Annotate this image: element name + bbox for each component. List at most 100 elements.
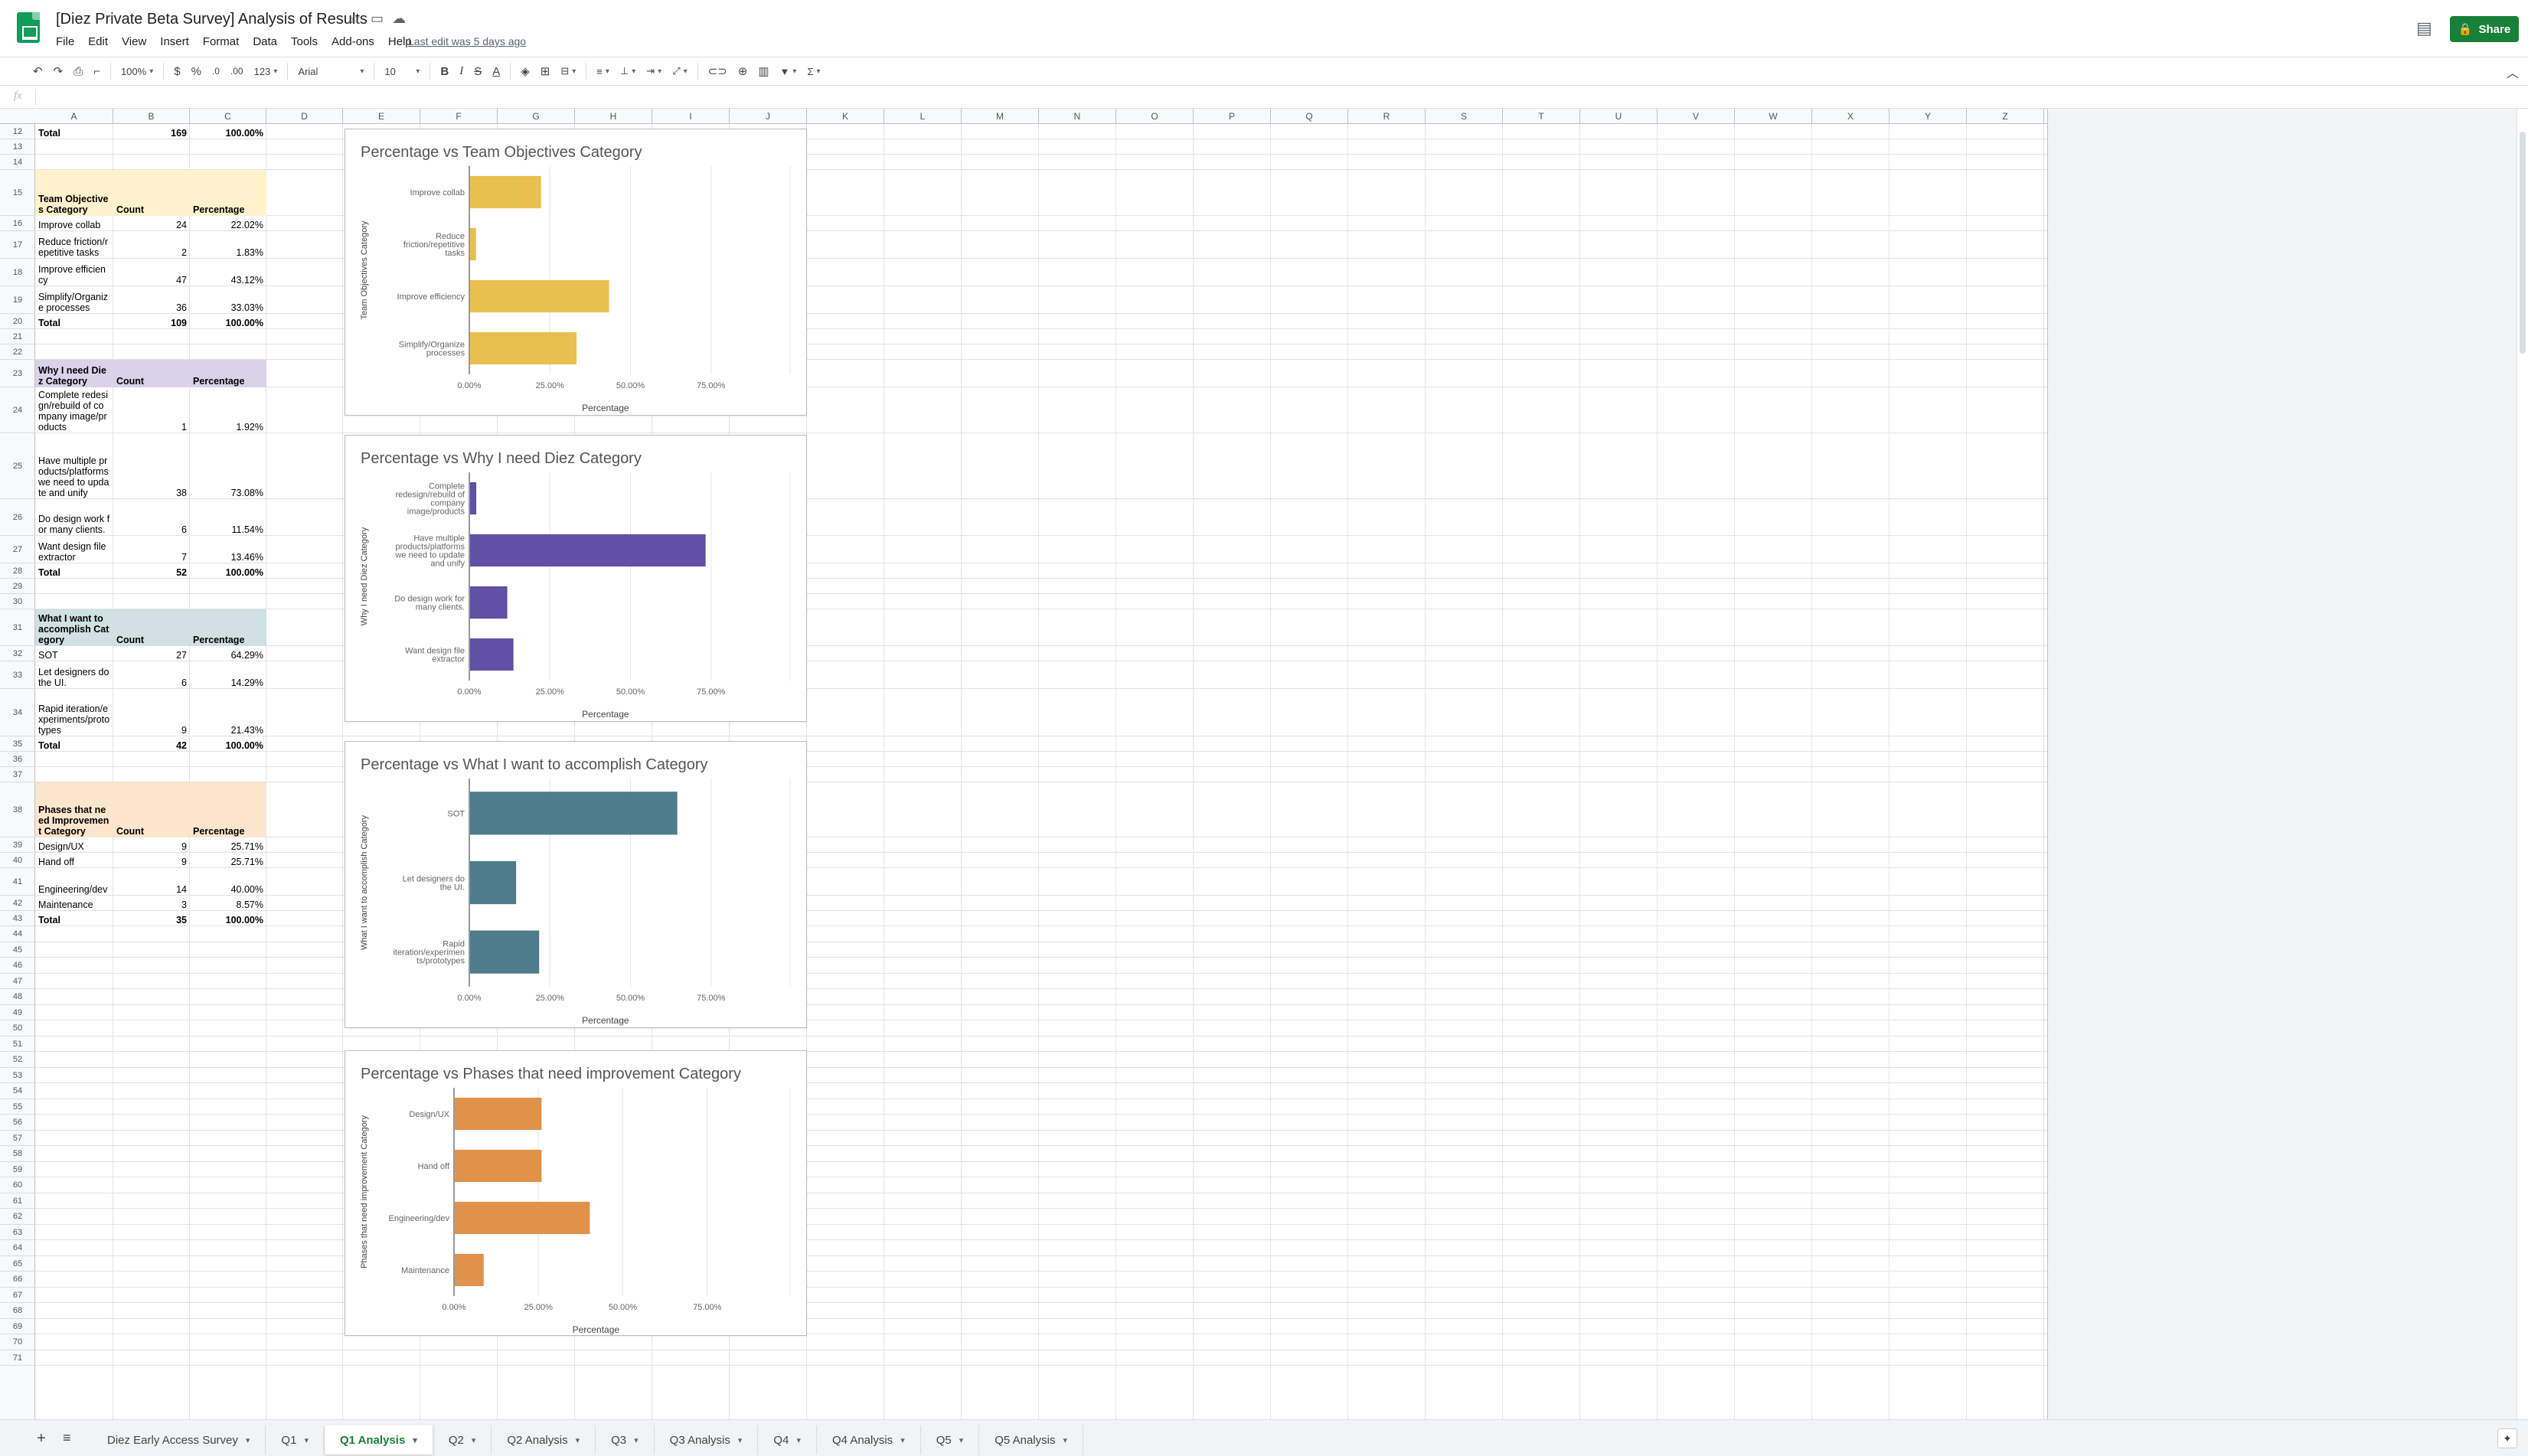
cell-grid[interactable]: Total 169 100.00% Team Objectives Category C… (35, 124, 2047, 1419)
count-cell[interactable]: 27 (113, 646, 190, 661)
row-header-23[interactable]: 23 (0, 360, 35, 387)
row-header-17[interactable]: 17 (0, 231, 35, 259)
table-header-cell[interactable]: Percentage (190, 360, 266, 387)
font-family-select[interactable]: Arial (292, 60, 369, 82)
table-total-cell[interactable]: 100.00% (190, 736, 266, 752)
percentage-cell[interactable]: 21.43% (190, 689, 266, 736)
row-header-66[interactable]: 66 (0, 1272, 35, 1288)
column-header-d[interactable]: D (266, 109, 343, 124)
sheet-tab-diez-early-access-survey[interactable]: Diez Early Access Survey (92, 1425, 266, 1454)
functions-icon[interactable]: Σ (802, 60, 825, 82)
table-total-cell[interactable]: Total (35, 911, 113, 926)
row-header-40[interactable]: 40 (0, 853, 35, 868)
count-cell[interactable]: 9 (113, 689, 190, 736)
chart-team-objectives[interactable]: Percentage vs Team Objectives Category 0.… (345, 129, 807, 416)
sheet-tab-q5-analysis[interactable]: Q5 Analysis (979, 1425, 1084, 1454)
category-cell[interactable]: Rapid iteration/experiments/prototypes (35, 689, 113, 736)
row-header-36[interactable]: 36 (0, 752, 35, 767)
menu-data[interactable]: Data (246, 34, 284, 50)
text-color-button[interactable]: A (487, 60, 505, 82)
percentage-cell[interactable]: 43.12% (190, 259, 266, 286)
zoom-select[interactable]: 100% (116, 60, 158, 82)
row-header-22[interactable]: 22 (0, 344, 35, 360)
row-header-37[interactable]: 37 (0, 767, 35, 782)
sheet-tab-q1-analysis[interactable]: Q1 Analysis (324, 1425, 433, 1454)
table-header-cell[interactable]: Percentage (190, 782, 266, 837)
explore-icon[interactable]: ✦ (2497, 1428, 2517, 1448)
column-header-c[interactable]: C (190, 109, 266, 124)
table-header-cell[interactable]: Count (113, 170, 190, 216)
row-header-53[interactable]: 53 (0, 1068, 35, 1083)
column-header-t[interactable]: T (1503, 109, 1580, 124)
table-header-cell[interactable]: Why I need Diez Category (35, 360, 113, 387)
category-cell[interactable]: Engineering/dev (35, 868, 113, 896)
percentage-cell[interactable]: 25.71% (190, 853, 266, 868)
strikethrough-button[interactable]: S (469, 60, 487, 82)
column-header-s[interactable]: S (1426, 109, 1503, 124)
chart-what-accomplish[interactable]: Percentage vs What I want to accomplish … (345, 741, 807, 1028)
table-header-cell[interactable]: Team Objectives Category (35, 170, 113, 216)
count-cell[interactable]: 7 (113, 536, 190, 563)
sheet-tab-q3[interactable]: Q3 (596, 1425, 655, 1454)
column-header-h[interactable]: H (575, 109, 652, 124)
comments-icon[interactable]: ▤ (2416, 18, 2432, 38)
merge-cells-icon[interactable]: ⊟ (555, 60, 581, 82)
chart-phases-improvement[interactable]: Percentage vs Phases that need improveme… (345, 1050, 807, 1336)
count-cell[interactable]: 6 (113, 499, 190, 536)
column-header-a[interactable]: A (35, 109, 113, 124)
increase-decimal-button[interactable]: .00 (225, 60, 249, 82)
row-header-24[interactable]: 24 (0, 387, 35, 433)
column-header-q[interactable]: Q (1271, 109, 1348, 124)
column-header-x[interactable]: X (1812, 109, 1889, 124)
column-header-k[interactable]: K (807, 109, 884, 124)
row-header-38[interactable]: 38 (0, 782, 35, 837)
category-cell[interactable]: Let designers do the UI. (35, 661, 113, 689)
column-header-u[interactable]: U (1580, 109, 1658, 124)
vertical-align-icon[interactable]: ⊥ (615, 60, 641, 82)
row-header-69[interactable]: 69 (0, 1319, 35, 1334)
count-cell[interactable]: 47 (113, 259, 190, 286)
table-header-cell[interactable]: Percentage (190, 170, 266, 216)
column-header-e[interactable]: E (343, 109, 420, 124)
table-total-cell[interactable]: 52 (113, 563, 190, 579)
last-edit-link[interactable]: Last edit was 5 days ago (408, 35, 526, 47)
table-total-cell[interactable]: 100.00% (190, 314, 266, 329)
insert-comment-icon[interactable]: ⊕ (733, 60, 753, 82)
category-cell[interactable]: Improve efficiency (35, 259, 113, 286)
count-cell[interactable]: 6 (113, 661, 190, 689)
column-header-r[interactable]: R (1348, 109, 1426, 124)
text-wrap-icon[interactable]: ⇥ (641, 60, 667, 82)
cloud-status-icon[interactable]: ☁ (392, 11, 406, 27)
percentage-cell[interactable]: 1.92% (190, 387, 266, 433)
percentage-cell[interactable]: 1.83% (190, 231, 266, 259)
row-header-48[interactable]: 48 (0, 989, 35, 1005)
table-total-cell[interactable]: 109 (113, 314, 190, 329)
share-button[interactable]: 🔒 Share (2450, 16, 2519, 42)
row-header-28[interactable]: 28 (0, 563, 35, 579)
row-header-57[interactable]: 57 (0, 1131, 35, 1146)
row-header-41[interactable]: 41 (0, 868, 35, 896)
row-header-30[interactable]: 30 (0, 594, 35, 609)
row-header-32[interactable]: 32 (0, 646, 35, 661)
link-icon[interactable]: ⊂⊃ (703, 60, 733, 82)
cell-total-percentage[interactable]: 100.00% (190, 124, 266, 139)
row-header-60[interactable]: 60 (0, 1177, 35, 1193)
row-header-47[interactable]: 47 (0, 974, 35, 989)
column-header-b[interactable]: B (113, 109, 190, 124)
sheet-tab-q2-analysis[interactable]: Q2 Analysis (492, 1425, 596, 1454)
table-total-cell[interactable]: Total (35, 314, 113, 329)
table-header-cell[interactable]: Percentage (190, 609, 266, 646)
row-header-29[interactable]: 29 (0, 579, 35, 594)
sheet-tab-q1[interactable]: Q1 (266, 1425, 325, 1454)
table-total-cell[interactable]: Total (35, 563, 113, 579)
document-title[interactable]: [Diez Private Beta Survey] Analysis of R… (56, 11, 367, 28)
category-cell[interactable]: Maintenance (35, 896, 113, 911)
row-header-20[interactable]: 20 (0, 314, 35, 329)
decrease-decimal-button[interactable]: .0 (207, 60, 225, 82)
row-header-49[interactable]: 49 (0, 1005, 35, 1020)
row-header-16[interactable]: 16 (0, 216, 35, 231)
percent-format-button[interactable]: % (186, 60, 207, 82)
column-header-y[interactable]: Y (1889, 109, 1967, 124)
row-header-54[interactable]: 54 (0, 1083, 35, 1099)
all-sheets-icon[interactable]: ≡ (63, 1430, 71, 1446)
